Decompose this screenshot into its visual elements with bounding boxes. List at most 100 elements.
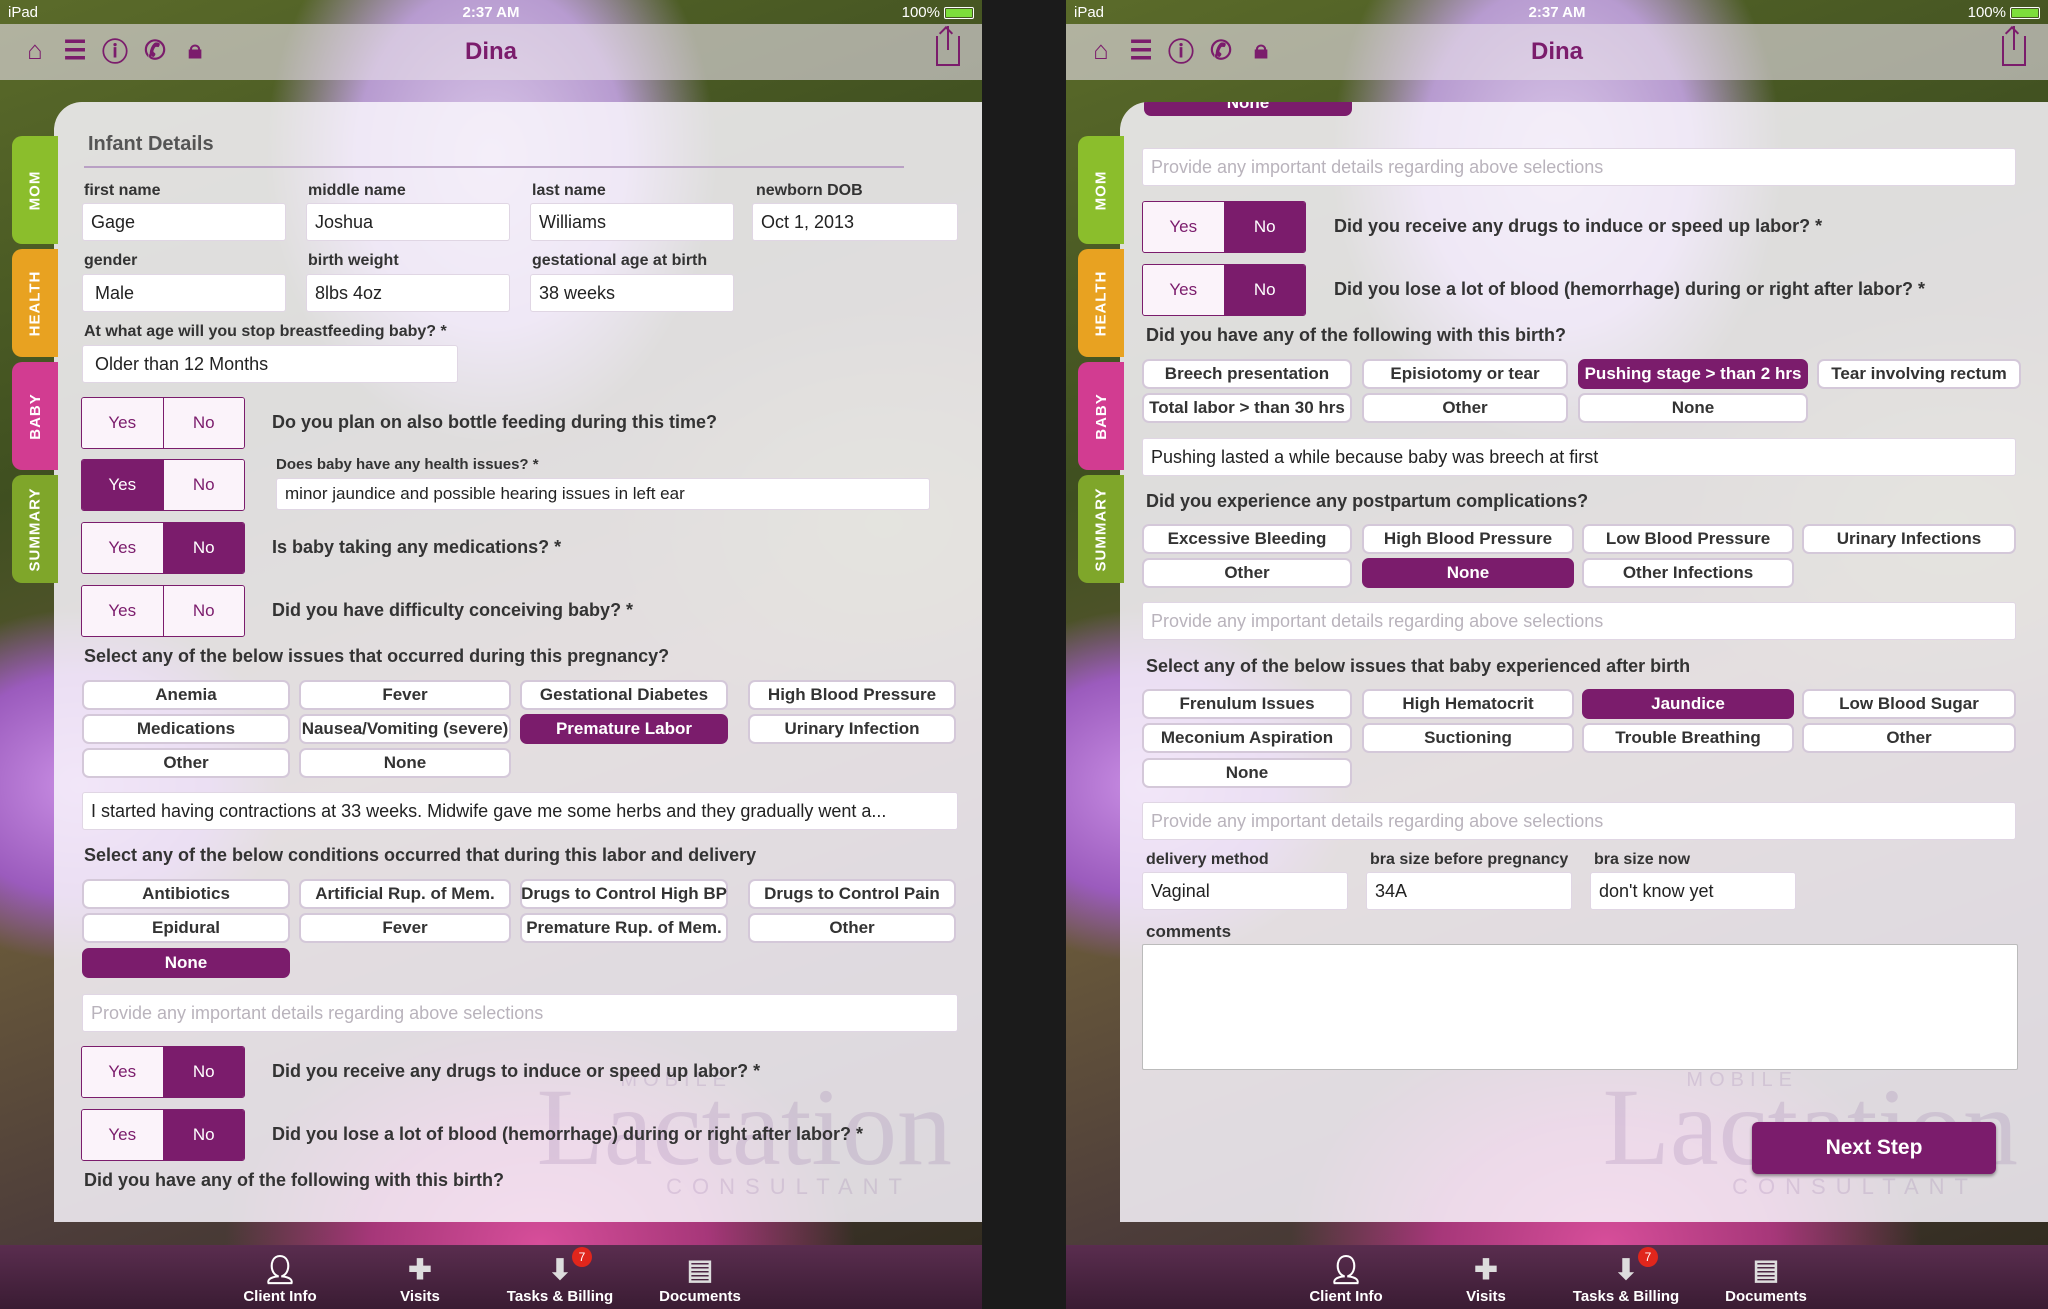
option-antibiotics[interactable]: Antibiotics bbox=[82, 879, 290, 909]
induce-yes[interactable]: Yes bbox=[1143, 202, 1224, 252]
option-fever[interactable]: Fever bbox=[299, 913, 511, 943]
tab-client-info[interactable]: 👤︎ Client Info bbox=[1286, 1245, 1406, 1309]
gender-field[interactable]: Male bbox=[82, 274, 286, 312]
option-premature-rupture[interactable]: Premature Rup. of Mem. bbox=[520, 913, 728, 943]
share-icon[interactable] bbox=[936, 26, 960, 66]
option-breech[interactable]: Breech presentation bbox=[1142, 359, 1352, 389]
option-anemia[interactable]: Anemia bbox=[82, 680, 290, 710]
option-low-blood-pressure[interactable]: Low Blood Pressure bbox=[1582, 524, 1794, 554]
option-gestational-diabetes[interactable]: Gestational Diabetes bbox=[520, 680, 728, 710]
tab-summary[interactable]: SUMMARY bbox=[12, 475, 58, 583]
tab-baby[interactable]: BABY bbox=[1078, 362, 1124, 470]
conceive-no[interactable]: No bbox=[162, 586, 244, 636]
induce-yes[interactable]: Yes bbox=[82, 1047, 163, 1097]
option-none[interactable]: None bbox=[299, 748, 511, 778]
option-other[interactable]: Other bbox=[748, 913, 956, 943]
tab-documents[interactable]: ▤ Documents bbox=[1716, 1245, 1816, 1309]
option-nausea[interactable]: Nausea/Vomiting (severe) bbox=[299, 714, 511, 744]
labor-details-field[interactable]: Provide any important details regarding … bbox=[82, 994, 958, 1032]
last-name-field[interactable]: Williams bbox=[530, 203, 734, 241]
conceive-yes[interactable]: Yes bbox=[82, 586, 163, 636]
option-total-labor[interactable]: Total labor > than 30 hrs bbox=[1142, 393, 1352, 423]
option-urinary-infections[interactable]: Urinary Infections bbox=[1802, 524, 2016, 554]
induce-no[interactable]: No bbox=[162, 1047, 244, 1097]
tab-health[interactable]: HEALTH bbox=[1078, 249, 1124, 357]
option-frenulum[interactable]: Frenulum Issues bbox=[1142, 689, 1352, 719]
option-pushing-stage[interactable]: Pushing stage > than 2 hrs bbox=[1578, 359, 1808, 389]
option-other[interactable]: Other bbox=[1802, 723, 2016, 753]
tab-mom[interactable]: MOM bbox=[12, 136, 58, 244]
option-excessive-bleeding[interactable]: Excessive Bleeding bbox=[1142, 524, 1352, 554]
weight-field[interactable]: 8lbs 4oz bbox=[306, 274, 510, 312]
meds-yes[interactable]: Yes bbox=[82, 523, 163, 573]
blood-no[interactable]: No bbox=[1223, 265, 1305, 315]
tab-tasks-billing[interactable]: 7 ⬇ Tasks & Billing bbox=[500, 1245, 620, 1309]
breastfeed-select[interactable]: Older than 12 Months bbox=[82, 345, 458, 383]
option-fever[interactable]: Fever bbox=[299, 680, 511, 710]
tab-documents[interactable]: ▤ Documents bbox=[650, 1245, 750, 1309]
option-other[interactable]: Other bbox=[1362, 393, 1568, 423]
option-premature-labor[interactable]: Premature Labor bbox=[520, 714, 728, 744]
details-field-3[interactable]: Provide any important details regarding … bbox=[1142, 802, 2016, 840]
tab-client-info[interactable]: 👤︎ Client Info bbox=[220, 1245, 340, 1309]
dob-field[interactable]: Oct 1, 2013 bbox=[752, 203, 958, 241]
blood-yes[interactable]: Yes bbox=[82, 1110, 163, 1160]
details-field-2[interactable]: Provide any important details regarding … bbox=[1142, 602, 2016, 640]
option-high-hematocrit[interactable]: High Hematocrit bbox=[1362, 689, 1574, 719]
blood-no[interactable]: No bbox=[162, 1110, 244, 1160]
tab-mom[interactable]: MOM bbox=[1078, 136, 1124, 244]
option-drugs-high-bp[interactable]: Drugs to Control High BP bbox=[520, 879, 728, 909]
option-low-blood-sugar[interactable]: Low Blood Sugar bbox=[1802, 689, 2016, 719]
blood-yes[interactable]: Yes bbox=[1143, 265, 1224, 315]
option-none[interactable]: None bbox=[1142, 758, 1352, 788]
tab-health[interactable]: HEALTH bbox=[12, 249, 58, 357]
next-step-button[interactable]: Next Step bbox=[1752, 1122, 1996, 1174]
delivery-method-field[interactable]: Vaginal bbox=[1142, 872, 1348, 910]
client-name-title: Dina bbox=[464, 38, 517, 65]
option-urinary-infection[interactable]: Urinary Infection bbox=[748, 714, 956, 744]
option-none[interactable]: None bbox=[1578, 393, 1808, 423]
induce-no[interactable]: No bbox=[1223, 202, 1305, 252]
tab-tasks-billing[interactable]: 7 ⬇ Tasks & Billing bbox=[1566, 1245, 1686, 1309]
health-no[interactable]: No bbox=[162, 460, 244, 510]
share-icon[interactable] bbox=[2002, 26, 2026, 66]
health-field[interactable]: minor jaundice and possible hearing issu… bbox=[276, 478, 930, 510]
option-none[interactable]: None bbox=[82, 948, 290, 978]
option-suctioning[interactable]: Suctioning bbox=[1362, 723, 1574, 753]
postpartum-question: Did you experience any postpartum compli… bbox=[1146, 491, 1589, 511]
middle-name-field[interactable]: Joshua bbox=[306, 203, 510, 241]
option-other[interactable]: Other bbox=[1142, 558, 1352, 588]
option-episiotomy[interactable]: Episiotomy or tear bbox=[1362, 359, 1568, 389]
option-none[interactable]: None bbox=[1144, 102, 1352, 116]
bra-now-field[interactable]: don't know yet bbox=[1590, 872, 1796, 910]
bottle-yes[interactable]: Yes bbox=[82, 398, 163, 448]
birth-details-field[interactable]: Pushing lasted a while because baby was … bbox=[1142, 438, 2016, 476]
option-trouble-breathing[interactable]: Trouble Breathing bbox=[1582, 723, 1794, 753]
bottle-toggle: Yes No bbox=[81, 397, 245, 449]
option-none[interactable]: None bbox=[1362, 558, 1574, 588]
option-artificial-rupture[interactable]: Artificial Rup. of Mem. bbox=[299, 879, 511, 909]
option-high-blood-pressure[interactable]: High Blood Pressure bbox=[1362, 524, 1574, 554]
bra-before-field[interactable]: 34A bbox=[1366, 872, 1572, 910]
option-jaundice[interactable]: Jaundice bbox=[1582, 689, 1794, 719]
bottle-no[interactable]: No bbox=[162, 398, 244, 448]
option-meconium[interactable]: Meconium Aspiration bbox=[1142, 723, 1352, 753]
tab-summary[interactable]: SUMMARY bbox=[1078, 475, 1124, 583]
option-medications[interactable]: Medications bbox=[82, 714, 290, 744]
option-drugs-pain[interactable]: Drugs to Control Pain bbox=[748, 879, 956, 909]
meds-no[interactable]: No bbox=[162, 523, 244, 573]
details-field-1[interactable]: Provide any important details regarding … bbox=[1142, 148, 2016, 186]
first-name-field[interactable]: Gage bbox=[82, 203, 286, 241]
tab-visits[interactable]: ✚ Visits bbox=[370, 1245, 470, 1309]
tab-baby[interactable]: BABY bbox=[12, 362, 58, 470]
option-epidural[interactable]: Epidural bbox=[82, 913, 290, 943]
pregnancy-details-field[interactable]: I started having contractions at 33 week… bbox=[82, 792, 958, 830]
gestation-field[interactable]: 38 weeks bbox=[530, 274, 734, 312]
option-other-infections[interactable]: Other Infections bbox=[1582, 558, 1794, 588]
comments-textarea[interactable] bbox=[1142, 944, 2018, 1070]
option-high-blood-pressure[interactable]: High Blood Pressure bbox=[748, 680, 956, 710]
option-other[interactable]: Other bbox=[82, 748, 290, 778]
health-yes[interactable]: Yes bbox=[82, 460, 163, 510]
option-tear-rectum[interactable]: Tear involving rectum bbox=[1817, 359, 2021, 389]
tab-visits[interactable]: ✚ Visits bbox=[1436, 1245, 1536, 1309]
